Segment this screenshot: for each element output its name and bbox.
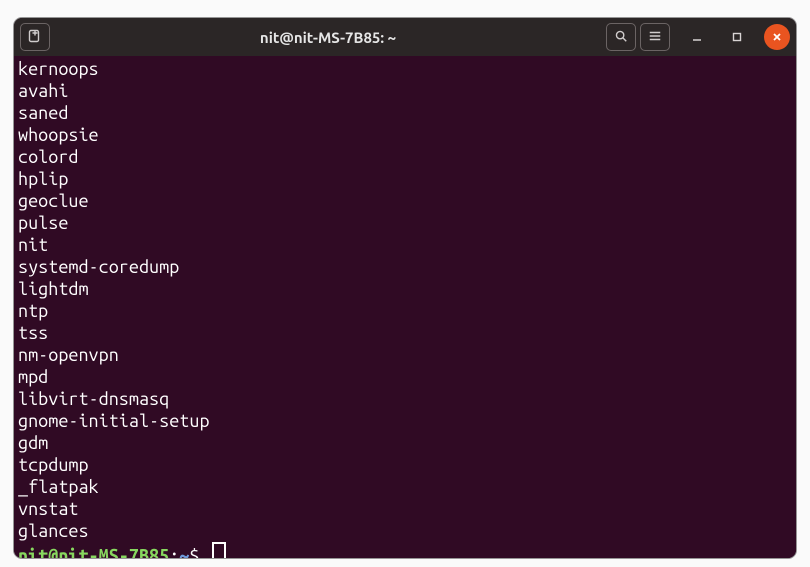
terminal-output-line: kernoops (18, 58, 792, 80)
terminal-output-line: glances (18, 520, 792, 542)
terminal-output-line: _flatpak (18, 476, 792, 498)
prompt-symbol: $ (189, 546, 209, 558)
prompt-colon: : (169, 546, 179, 558)
titlebar-left (20, 23, 50, 51)
terminal-output-line: lightdm (18, 278, 792, 300)
close-icon (771, 31, 783, 43)
terminal-output-line: gnome-initial-setup (18, 410, 792, 432)
search-button[interactable] (606, 23, 636, 51)
titlebar: nit@nit-MS-7B85: ~ (14, 18, 796, 56)
new-tab-icon (27, 28, 43, 47)
hamburger-icon (648, 29, 662, 46)
terminal-output-line: ntp (18, 300, 792, 322)
terminal-output-line: gdm (18, 432, 792, 454)
terminal-output-line: libvirt-dnsmasq (18, 388, 792, 410)
terminal-output-line: whoopsie (18, 124, 792, 146)
prompt-user-host: nit@nit-MS-7B85 (18, 546, 169, 558)
terminal-output-line: mpd (18, 366, 792, 388)
terminal-output-line: avahi (18, 80, 792, 102)
close-button[interactable] (764, 24, 790, 50)
terminal-output-line: vnstat (18, 498, 792, 520)
terminal-output-line: geoclue (18, 190, 792, 212)
titlebar-right (606, 23, 790, 51)
terminal-cursor (212, 542, 226, 558)
prompt-path: ~ (179, 546, 189, 558)
terminal-output-line: systemd-coredump (18, 256, 792, 278)
terminal-body[interactable]: kernoopsavahisanedwhoopsiecolordhplipgeo… (14, 56, 796, 558)
minimize-icon (691, 31, 703, 43)
new-tab-button[interactable] (20, 23, 50, 51)
terminal-output-line: tss (18, 322, 792, 344)
maximize-button[interactable] (724, 24, 750, 50)
maximize-icon (731, 31, 743, 43)
terminal-output-line: pulse (18, 212, 792, 234)
terminal-output-line: colord (18, 146, 792, 168)
terminal-output-line: hplip (18, 168, 792, 190)
terminal-output-line: nm-openvpn (18, 344, 792, 366)
terminal-output-line: tcpdump (18, 454, 792, 476)
terminal-window: nit@nit-MS-7B85: ~ (14, 18, 796, 558)
terminal-output-line: saned (18, 102, 792, 124)
minimize-button[interactable] (684, 24, 710, 50)
terminal-output-line: nit (18, 234, 792, 256)
search-icon (614, 29, 628, 46)
menu-button[interactable] (640, 23, 670, 51)
terminal-prompt-line[interactable]: nit@nit-MS-7B85:~$ (18, 542, 792, 558)
window-title: nit@nit-MS-7B85: ~ (50, 29, 606, 46)
